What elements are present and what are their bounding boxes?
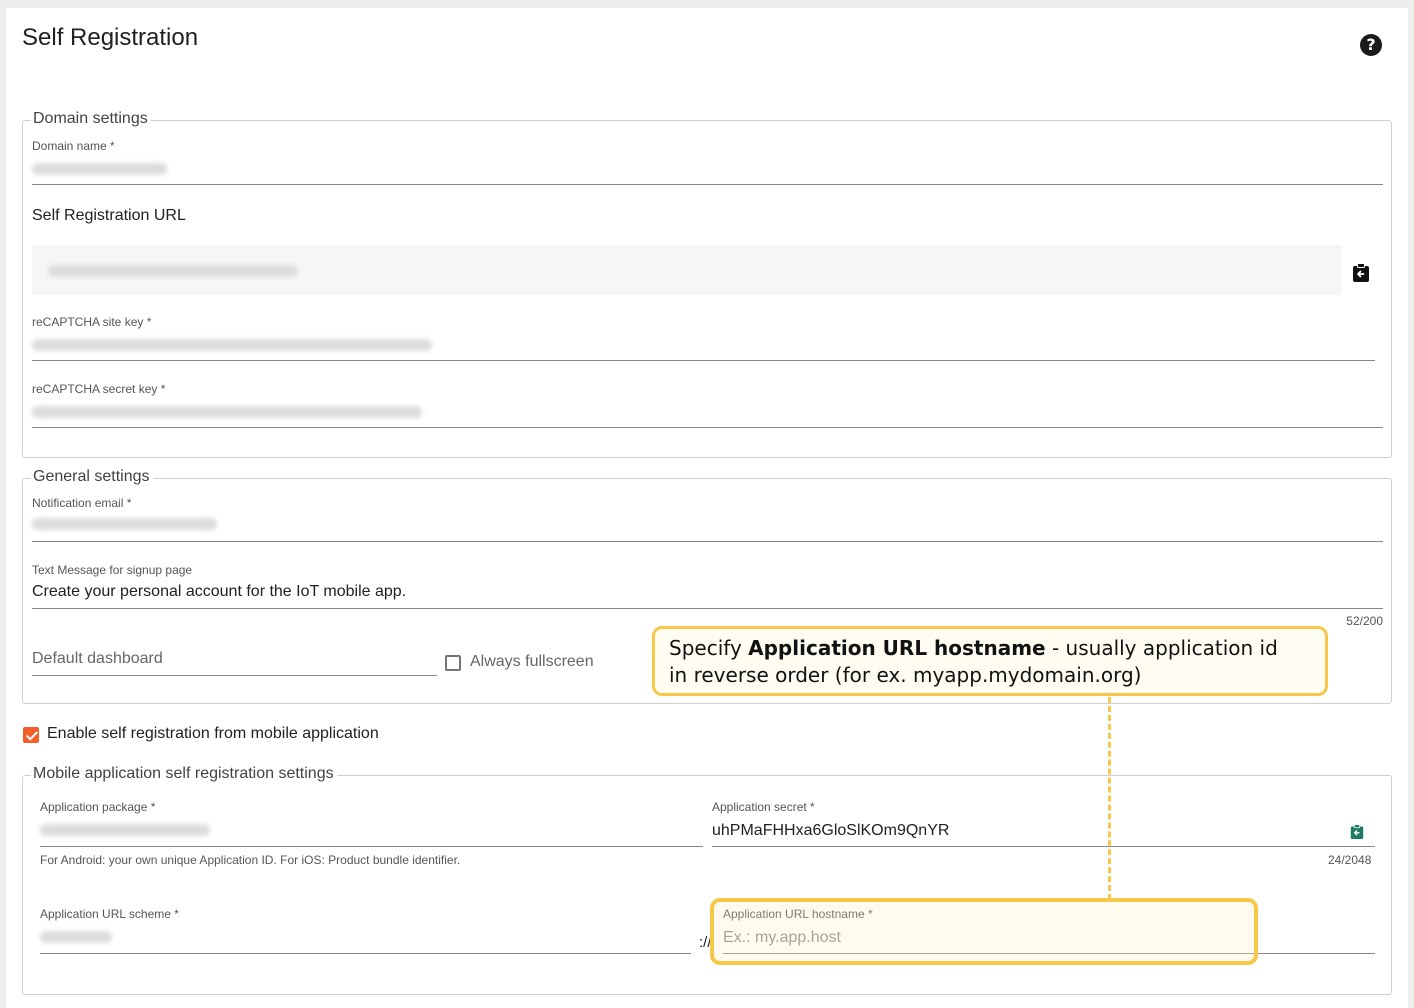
text-message-value: Create your personal account for the IoT…	[32, 583, 407, 600]
recaptcha-secret-key-label: reCAPTCHA secret key *	[32, 382, 166, 396]
application-package-hint: For Android: your own unique Application…	[40, 853, 461, 867]
recaptcha-secret-key-value-redacted	[32, 406, 422, 418]
recaptcha-site-key-value-redacted	[32, 339, 432, 351]
notification-email-value-redacted	[32, 518, 217, 530]
application-package-underline	[40, 846, 703, 847]
hostname-callout: Specify Application URL hostname - usual…	[652, 626, 1328, 696]
domain-name-label: Domain name *	[32, 139, 115, 153]
application-secret-counter: 24/2048	[1328, 853, 1372, 867]
always-fullscreen-label: Always fullscreen	[470, 653, 594, 670]
application-secret-value: uhPMaFHHxa6GloSlKOm9QnYR	[712, 822, 950, 839]
enable-mobile-registration-label: Enable self registration from mobile app…	[47, 725, 379, 742]
url-scheme-separator: ://	[699, 934, 710, 951]
domain-name-value-redacted	[32, 163, 167, 175]
self-registration-url-box	[32, 245, 1342, 295]
application-package-value-redacted	[40, 824, 210, 836]
default-dashboard-underline	[32, 675, 437, 676]
notification-email-underline	[32, 541, 1383, 542]
application-url-scheme-underline	[40, 953, 691, 954]
application-url-scheme-label: Application URL scheme *	[40, 907, 179, 921]
text-message-label: Text Message for signup page	[32, 563, 193, 577]
text-message-underline	[32, 608, 1383, 609]
always-fullscreen-checkbox[interactable]	[445, 655, 461, 671]
default-dashboard-placeholder: Default dashboard	[32, 650, 163, 667]
text-message-field[interactable]: Text Message for signup page Create your…	[32, 563, 1383, 628]
clipboard-icon[interactable]	[1350, 824, 1364, 840]
callout-prefix: Specify	[669, 636, 749, 660]
callout-line-2: in reverse order (for ex. myapp.mydomain…	[669, 663, 1142, 687]
clipboard-icon[interactable]	[1352, 263, 1370, 283]
domain-name-underline	[32, 184, 1383, 185]
domain-settings-legend: Domain settings	[31, 110, 151, 128]
domain-settings-group: Domain settings Domain name * Self Regis…	[22, 110, 1392, 458]
application-secret-underline	[712, 846, 1375, 847]
callout-connector-line	[1108, 697, 1111, 900]
recaptcha-site-key-label: reCAPTCHA site key *	[32, 315, 152, 329]
notification-email-label: Notification email *	[32, 496, 132, 510]
application-secret-label: Application secret *	[712, 800, 815, 814]
self-registration-url-label: Self Registration URL	[32, 207, 186, 224]
mobile-settings-legend: Mobile application self registration set…	[31, 765, 337, 783]
general-settings-legend: General settings	[31, 468, 153, 486]
domain-name-field[interactable]: Domain name *	[32, 139, 1383, 185]
hostname-highlight-box	[710, 898, 1258, 965]
notification-email-field[interactable]: Notification email *	[32, 496, 1383, 542]
enable-mobile-registration-checkbox[interactable]	[23, 727, 39, 743]
recaptcha-site-key-field[interactable]: reCAPTCHA site key *	[32, 315, 1375, 361]
application-secret-field[interactable]: Application secret * uhPMaFHHxa6GloSlKOm…	[712, 800, 1375, 847]
page-title: Self Registration	[22, 24, 199, 51]
recaptcha-site-key-underline	[32, 360, 1375, 361]
application-package-field[interactable]: Application package *	[40, 800, 703, 847]
text-message-counter: 52/200	[1346, 614, 1383, 628]
callout-line-1: Specify Application URL hostname - usual…	[669, 635, 1311, 662]
application-url-scheme-value-redacted	[40, 931, 112, 943]
help-icon[interactable]: ?	[1360, 34, 1382, 56]
self-registration-url-section: Self Registration URL	[32, 207, 1383, 297]
recaptcha-secret-key-underline	[32, 427, 1383, 428]
default-dashboard-select[interactable]: Default dashboard	[32, 647, 437, 676]
self-registration-url-value-redacted	[48, 265, 298, 277]
callout-line1-suffix: - usually application id	[1045, 636, 1278, 660]
callout-bold: Application URL hostname	[748, 636, 1046, 660]
application-url-scheme-field[interactable]: Application URL scheme *	[40, 907, 691, 954]
self-registration-card: Self Registration ? Domain settings Doma…	[6, 8, 1408, 1008]
application-package-label: Application package *	[40, 800, 156, 814]
recaptcha-secret-key-field[interactable]: reCAPTCHA secret key *	[32, 382, 1383, 428]
